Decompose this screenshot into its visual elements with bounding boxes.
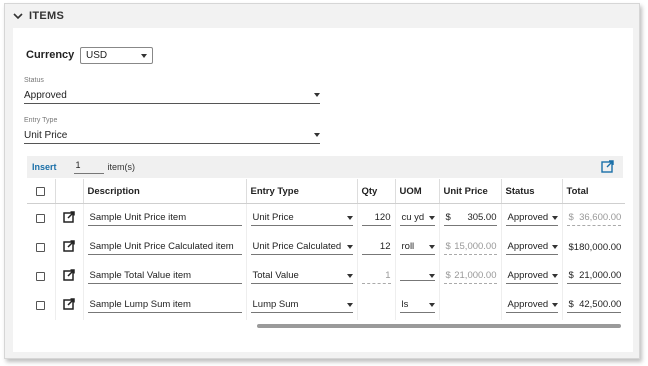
chevron-down-icon[interactable]: [13, 11, 23, 21]
items-panel: ITEMS Currency USD Status Approved Entry…: [4, 3, 640, 359]
insert-button[interactable]: Insert: [32, 162, 57, 172]
entry-type-select[interactable]: Unit Price: [24, 126, 320, 144]
table-row: Sample Unit Price Calculated item Unit P…: [27, 233, 626, 262]
caret-down-icon: [428, 215, 435, 220]
open-external-icon[interactable]: [601, 160, 614, 178]
description-input[interactable]: Sample Total Value item: [87, 269, 242, 284]
caret-down-icon: [141, 53, 147, 58]
select-all-cell: [27, 179, 55, 204]
caret-down-icon: [551, 244, 558, 249]
edit-open-icon[interactable]: [63, 269, 75, 284]
currency-label: Currency: [26, 49, 75, 61]
entry-type-dropdown[interactable]: Lump Sum: [250, 298, 353, 313]
caret-down-icon: [314, 93, 320, 97]
status-value: Approved: [24, 90, 67, 101]
unit-price-input[interactable]: $305.00: [443, 211, 497, 226]
qty-value: 1: [361, 269, 391, 284]
table-row: Sample Lump Sum item Lump Sum ls Approve…: [27, 291, 626, 320]
row-checkbox[interactable]: [36, 214, 46, 223]
table-row: Sample Total Value item Total Value 1 $2…: [27, 262, 626, 291]
uom-dropdown[interactable]: ls: [399, 298, 435, 313]
currency-value: USD: [86, 50, 108, 61]
edit-open-icon[interactable]: [63, 240, 75, 255]
section-header[interactable]: ITEMS: [5, 4, 639, 28]
total-value: $180,000.00: [568, 241, 622, 253]
caret-down-icon: [346, 244, 353, 249]
entry-type-dropdown[interactable]: Unit Price: [250, 211, 353, 226]
caret-down-icon: [551, 215, 558, 220]
unit-price-value: $15,000.00: [443, 240, 497, 255]
col-uom[interactable]: UOM: [394, 179, 439, 204]
items-unit-label: item(s): [107, 162, 136, 172]
description-input[interactable]: Sample Lump Sum item: [87, 298, 242, 313]
entry-type-dropdown[interactable]: Unit Price Calculated: [250, 240, 353, 255]
insert-count-input[interactable]: 1: [73, 160, 104, 174]
status-dropdown[interactable]: Approved: [505, 298, 558, 313]
caret-down-icon: [346, 302, 353, 307]
currency-select[interactable]: USD: [80, 47, 153, 64]
col-qty[interactable]: Qty: [356, 179, 395, 204]
items-table: Description Entry Type Qty UOM Unit Pric…: [27, 179, 626, 320]
caret-down-icon: [551, 302, 558, 307]
select-all-checkbox[interactable]: [36, 186, 46, 196]
uom-dropdown[interactable]: [399, 273, 435, 281]
caret-down-icon: [346, 215, 353, 220]
table-row: Sample Unit Price item Unit Price 120 cu…: [27, 203, 626, 233]
col-total[interactable]: Total: [561, 179, 626, 204]
edit-column-header: [54, 179, 83, 204]
status-dropdown[interactable]: Approved: [505, 269, 558, 284]
caret-down-icon: [428, 244, 435, 249]
row-checkbox[interactable]: [36, 272, 46, 281]
items-toolbar: Insert 1 item(s): [27, 156, 623, 178]
entry-type-label: Entry Type: [24, 117, 58, 124]
caret-down-icon: [428, 302, 435, 307]
caret-down-icon: [346, 273, 353, 278]
horizontal-scrollbar[interactable]: [257, 324, 621, 328]
status-select[interactable]: Approved: [24, 86, 320, 104]
entry-type-value: Unit Price: [24, 130, 68, 141]
uom-dropdown[interactable]: cu yd: [399, 211, 435, 226]
row-checkbox[interactable]: [36, 301, 46, 310]
uom-dropdown[interactable]: roll: [399, 240, 435, 255]
unit-price-value: $21,000.00: [443, 269, 497, 284]
row-checkbox[interactable]: [36, 243, 46, 252]
status-label: Status: [24, 77, 44, 84]
col-status[interactable]: Status: [500, 179, 562, 204]
qty-input[interactable]: 12: [361, 240, 391, 255]
col-description[interactable]: Description: [82, 179, 246, 204]
total-value: $36,600.00: [566, 211, 622, 226]
status-dropdown[interactable]: Approved: [505, 240, 558, 255]
qty-input[interactable]: 120: [361, 211, 391, 226]
description-input[interactable]: Sample Unit Price item: [87, 211, 242, 226]
col-entry-type[interactable]: Entry Type: [245, 179, 357, 204]
edit-open-icon[interactable]: [63, 211, 75, 226]
caret-down-icon: [551, 273, 558, 278]
description-input[interactable]: Sample Unit Price Calculated item: [87, 240, 242, 255]
caret-down-icon: [428, 273, 435, 278]
status-dropdown[interactable]: Approved: [505, 211, 558, 226]
entry-type-dropdown[interactable]: Total Value: [250, 269, 353, 284]
section-title: ITEMS: [29, 10, 65, 22]
caret-down-icon: [314, 133, 320, 137]
total-input[interactable]: $21,000.00: [566, 269, 622, 284]
table-header-row: Description Entry Type Qty UOM Unit Pric…: [27, 179, 626, 204]
col-unit-price[interactable]: Unit Price: [438, 179, 501, 204]
edit-open-icon[interactable]: [63, 298, 75, 313]
total-input[interactable]: $42,500.00: [566, 298, 622, 313]
